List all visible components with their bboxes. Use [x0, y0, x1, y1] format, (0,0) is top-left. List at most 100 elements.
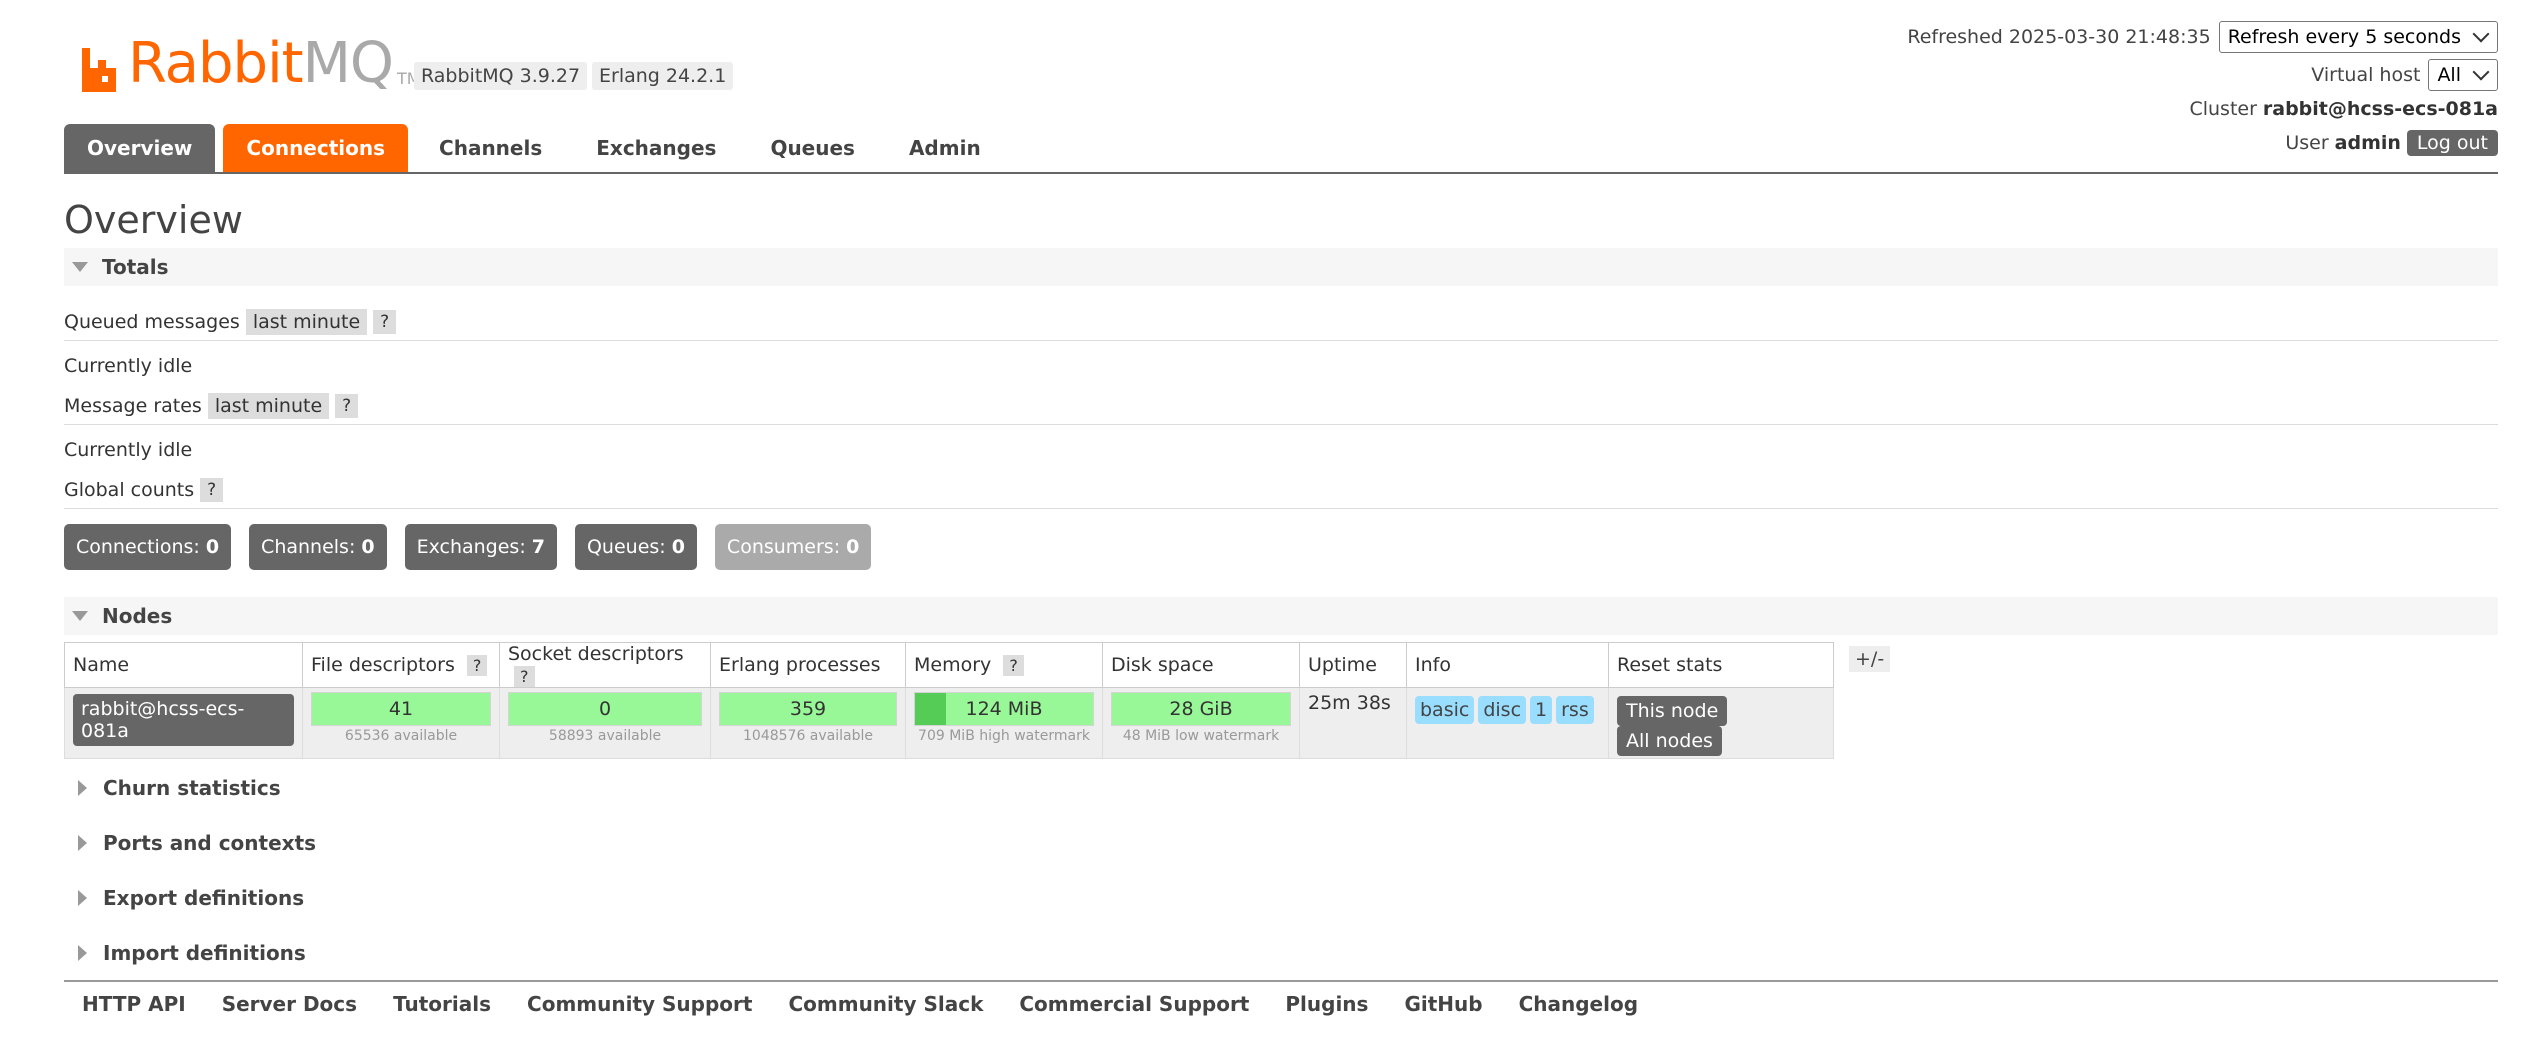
- node-name-link[interactable]: rabbit@hcss-ecs-081a: [73, 694, 294, 746]
- memory-bar: 124 MiB: [914, 692, 1094, 726]
- page-title: Overview: [64, 198, 243, 242]
- cell-memory: 124 MiB 709 MiB high watermark: [905, 687, 1103, 759]
- memory-value: 124 MiB: [965, 698, 1043, 720]
- fd-available: 65536 available: [344, 728, 458, 744]
- col-disk-space: Disk space: [1102, 642, 1300, 688]
- cell-info: basic disc 1 rss: [1406, 687, 1609, 759]
- reset-this-node-button[interactable]: This node: [1617, 696, 1728, 726]
- channels-count-button[interactable]: Channels: 0: [249, 524, 387, 570]
- info-badge-rss[interactable]: rss: [1556, 696, 1594, 724]
- cell-reset-stats: This nodeAll nodes: [1608, 687, 1834, 759]
- vhost-select[interactable]: All: [2428, 59, 2498, 91]
- queued-messages-row: Queued messages last minute ?: [64, 304, 2498, 341]
- export-definitions-toggle[interactable]: Export definitions: [64, 881, 304, 915]
- info-badge-disc[interactable]: disc: [1478, 696, 1527, 724]
- header-status: Refreshed 2025-03-30 21:48:35 Refresh ev…: [1907, 20, 2498, 160]
- logout-button[interactable]: Log out: [2406, 130, 2498, 156]
- col-reset-stats: Reset stats: [1608, 642, 1834, 688]
- sd-available: 58893 available: [548, 728, 662, 744]
- tab-connections[interactable]: Connections: [223, 124, 409, 172]
- queued-messages-range[interactable]: last minute: [245, 309, 368, 335]
- ep-available: 1048576 available: [743, 728, 873, 744]
- tab-queues[interactable]: Queues: [747, 124, 878, 172]
- footer-link-tutorials[interactable]: Tutorials: [393, 992, 491, 1016]
- queued-messages-help[interactable]: ?: [373, 310, 397, 334]
- cell-socket-descriptors: 0 58893 available: [499, 687, 711, 759]
- info-badge-basic[interactable]: basic: [1415, 696, 1475, 724]
- exchanges-count-button[interactable]: Exchanges: 7: [404, 524, 557, 570]
- columns-toggle-button[interactable]: +/-: [1849, 646, 1891, 672]
- info-badge-count[interactable]: 1: [1530, 696, 1553, 724]
- logo-word-rabbit: Rabbit: [128, 31, 304, 96]
- footer-link-commercial-support[interactable]: Commercial Support: [1019, 992, 1249, 1016]
- memory-help[interactable]: ?: [1003, 655, 1024, 676]
- rabbitmq-logo: Rabbit MQ TM: [80, 36, 421, 92]
- import-definitions-toggle[interactable]: Import definitions: [64, 936, 306, 970]
- cell-file-descriptors: 41 65536 available: [302, 687, 500, 759]
- user-label: User: [2285, 132, 2329, 154]
- user-name: admin: [2334, 132, 2401, 154]
- churn-statistics-toggle[interactable]: Churn statistics: [64, 771, 281, 805]
- tab-exchanges[interactable]: Exchanges: [573, 124, 739, 172]
- message-rates-range[interactable]: last minute: [207, 393, 330, 419]
- col-erlang-processes: Erlang processes: [710, 642, 906, 688]
- sd-value: 0: [598, 698, 612, 720]
- connections-count-button[interactable]: Connections: 0: [64, 524, 232, 570]
- consumers-count-button[interactable]: Consumers: 0: [714, 524, 872, 570]
- refreshed-label: Refreshed 2025-03-30 21:48:35: [1907, 26, 2211, 48]
- section-label: Import definitions: [103, 941, 306, 965]
- socket-descriptors-help[interactable]: ?: [514, 666, 535, 687]
- message-rates-label: Message rates: [64, 395, 202, 417]
- global-counts-label: Global counts: [64, 479, 195, 501]
- memory-bar-fill: [915, 693, 947, 725]
- totals-header: Totals: [102, 255, 169, 279]
- count-value: 0: [846, 536, 860, 558]
- col-uptime: Uptime: [1299, 642, 1407, 688]
- totals-section-toggle[interactable]: Totals: [64, 248, 2498, 286]
- queued-idle-text: Currently idle: [64, 355, 193, 377]
- message-rates-help[interactable]: ?: [335, 394, 359, 418]
- triangle-right-icon: [78, 835, 87, 851]
- ep-value: 359: [789, 698, 827, 720]
- footer-link-community-support[interactable]: Community Support: [527, 992, 752, 1016]
- chevron-down-icon: [2472, 25, 2490, 43]
- erlang-version: Erlang 24.2.1: [592, 62, 734, 90]
- count-label: Channels:: [261, 536, 356, 558]
- footer-link-plugins[interactable]: Plugins: [1285, 992, 1368, 1016]
- reset-all-nodes-button[interactable]: All nodes: [1617, 726, 1722, 756]
- disk-bar: 28 GiB: [1111, 692, 1291, 726]
- tab-admin[interactable]: Admin: [886, 124, 1004, 172]
- footer-link-changelog[interactable]: Changelog: [1519, 992, 1638, 1016]
- footer-link-http-api[interactable]: HTTP API: [82, 992, 186, 1016]
- ports-contexts-toggle[interactable]: Ports and contexts: [64, 826, 316, 860]
- disk-value: 28 GiB: [1169, 698, 1233, 720]
- section-label: Export definitions: [103, 886, 305, 910]
- rabbitmq-version: RabbitMQ 3.9.27: [414, 62, 588, 90]
- ep-bar: 359: [719, 692, 897, 726]
- tab-overview[interactable]: Overview: [64, 124, 216, 172]
- cell-disk-space: 28 GiB 48 MiB low watermark: [1102, 687, 1300, 759]
- global-counts-help[interactable]: ?: [200, 478, 224, 502]
- nodes-header: Nodes: [102, 604, 173, 628]
- disk-watermark: 48 MiB low watermark: [1122, 728, 1280, 744]
- footer-divider: [64, 980, 2498, 982]
- tab-divider: [64, 172, 2498, 174]
- count-value: 0: [205, 536, 220, 558]
- footer-link-github[interactable]: GitHub: [1404, 992, 1482, 1016]
- count-value: 0: [671, 536, 685, 558]
- section-label: Churn statistics: [103, 776, 281, 800]
- footer-link-server-docs[interactable]: Server Docs: [222, 992, 357, 1016]
- main-tabs: Overview Connections Channels Exchanges …: [64, 124, 1012, 172]
- nodes-section-toggle[interactable]: Nodes: [64, 597, 2498, 635]
- refresh-interval-select[interactable]: Refresh every 5 seconds: [2218, 21, 2498, 53]
- global-counts-row: Global counts ?: [64, 472, 2498, 509]
- vhost-select-value: All: [2437, 64, 2461, 86]
- footer-link-community-slack[interactable]: Community Slack: [788, 992, 983, 1016]
- tab-channels[interactable]: Channels: [416, 124, 565, 172]
- file-descriptors-help[interactable]: ?: [466, 655, 488, 676]
- triangle-down-icon: [72, 262, 88, 272]
- refresh-select-value: Refresh every 5 seconds: [2227, 26, 2461, 48]
- queues-count-button[interactable]: Queues: 0: [574, 524, 697, 570]
- cluster-name: rabbit@hcss-ecs-081a: [2262, 98, 2498, 120]
- logo-word-mq: MQ: [302, 31, 394, 96]
